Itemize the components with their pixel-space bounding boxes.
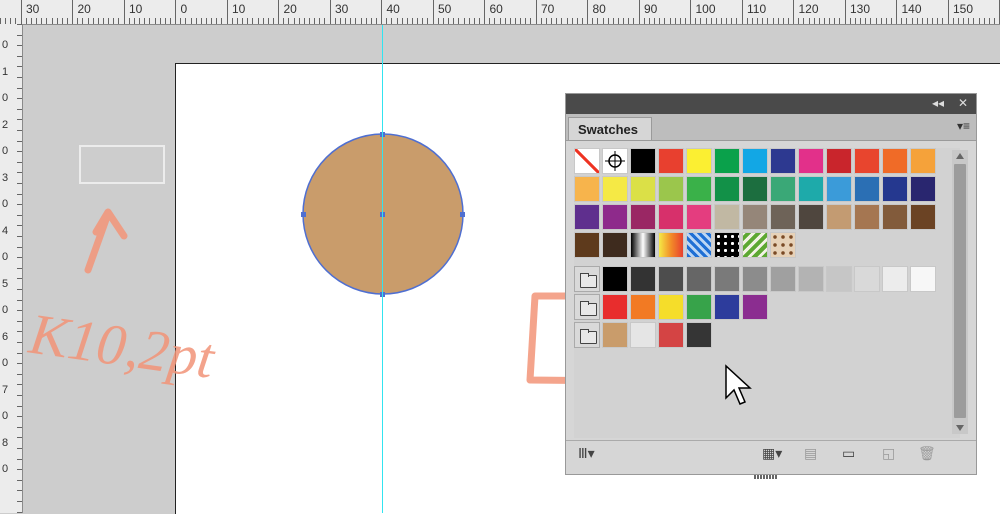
swatch[interactable]: [602, 322, 628, 348]
panel-title-bar[interactable]: ◂◂ ✕: [566, 94, 976, 114]
swatch[interactable]: [854, 176, 880, 202]
swatch-pattern[interactable]: [770, 232, 796, 258]
library-icon[interactable]: Ⅲ▾: [578, 445, 595, 462]
swatch-pattern[interactable]: [742, 232, 768, 258]
swatch[interactable]: [742, 148, 768, 174]
scroll-thumb[interactable]: [954, 164, 966, 418]
swatch[interactable]: [910, 204, 936, 230]
swatch-options-icon[interactable]: ▤: [804, 445, 817, 462]
swatch[interactable]: [742, 266, 768, 292]
handwritten-note: K10,2pt: [25, 301, 220, 392]
swatch[interactable]: [882, 204, 908, 230]
color-group-folder-icon[interactable]: [574, 266, 600, 292]
swatch[interactable]: [910, 266, 936, 292]
swatch[interactable]: [658, 148, 684, 174]
swatch[interactable]: [658, 266, 684, 292]
swatch-scrollbar[interactable]: [952, 150, 968, 434]
swatch[interactable]: [574, 176, 600, 202]
swatch[interactable]: [826, 266, 852, 292]
swatch-pattern[interactable]: [686, 232, 712, 258]
selected-circle[interactable]: [300, 130, 470, 300]
swatch[interactable]: [574, 232, 600, 258]
swatch[interactable]: [630, 266, 656, 292]
swatch[interactable]: [770, 176, 796, 202]
swatch[interactable]: [826, 204, 852, 230]
swatch[interactable]: [630, 148, 656, 174]
swatch-grid: [574, 148, 960, 438]
swatch[interactable]: [770, 266, 796, 292]
swatch[interactable]: [854, 148, 880, 174]
swatch[interactable]: [686, 176, 712, 202]
annotation-arrow-up: [84, 208, 128, 274]
swatch[interactable]: [686, 266, 712, 292]
swatch[interactable]: [798, 148, 824, 174]
swatch[interactable]: [910, 176, 936, 202]
swatch[interactable]: [658, 294, 684, 320]
mouse-cursor-icon: [725, 364, 752, 405]
anchor-point-right: [460, 212, 465, 217]
swatch[interactable]: [630, 176, 656, 202]
swatch[interactable]: [742, 294, 768, 320]
swatch-pattern[interactable]: [714, 232, 740, 258]
panel-bottom-bar: Ⅲ▾ ▦▾ ▤ ▭ ◱ 🗑: [566, 440, 976, 467]
swatch[interactable]: [574, 204, 600, 230]
swatch-none-icon[interactable]: [574, 148, 600, 174]
swatch[interactable]: [602, 204, 628, 230]
swatch[interactable]: [742, 204, 768, 230]
vertical-guide[interactable]: [382, 25, 383, 513]
swatch[interactable]: [882, 266, 908, 292]
swatch[interactable]: [630, 322, 656, 348]
swatch-gradient[interactable]: [658, 232, 684, 258]
swatch[interactable]: [882, 148, 908, 174]
color-group-folder-icon[interactable]: [574, 294, 600, 320]
swatch[interactable]: [602, 232, 628, 258]
swatch[interactable]: [714, 266, 740, 292]
swatch-kind-icon[interactable]: ▦▾: [762, 445, 782, 462]
swatch[interactable]: [630, 294, 656, 320]
swatch-registration-icon[interactable]: [602, 148, 628, 174]
swatch[interactable]: [714, 148, 740, 174]
swatch[interactable]: [854, 204, 880, 230]
new-swatch-icon[interactable]: ◱: [882, 445, 895, 462]
swatch[interactable]: [686, 322, 712, 348]
close-panel-button[interactable]: ✕: [958, 96, 968, 110]
swatch[interactable]: [854, 266, 880, 292]
swatch[interactable]: [714, 176, 740, 202]
swatch[interactable]: [602, 294, 628, 320]
swatch[interactable]: [826, 176, 852, 202]
swatch[interactable]: [714, 294, 740, 320]
panel-tab-row: Swatches ▾≡: [566, 114, 976, 141]
swatch[interactable]: [882, 176, 908, 202]
anchor-point-left: [301, 212, 306, 217]
swatch[interactable]: [630, 204, 656, 230]
swatch[interactable]: [686, 204, 712, 230]
swatch[interactable]: [686, 148, 712, 174]
delete-icon[interactable]: 🗑: [918, 445, 936, 462]
panel-menu-button[interactable]: ▾≡: [957, 119, 970, 133]
swatch[interactable]: [602, 176, 628, 202]
swatch[interactable]: [770, 148, 796, 174]
resize-grip-icon[interactable]: [754, 466, 784, 479]
tab-swatches[interactable]: Swatches: [568, 117, 652, 140]
swatch[interactable]: [798, 266, 824, 292]
swatch[interactable]: [826, 148, 852, 174]
swatch-gradient[interactable]: [630, 232, 656, 258]
swatch[interactable]: [798, 204, 824, 230]
color-group-folder-icon[interactable]: [574, 322, 600, 348]
swatch[interactable]: [658, 176, 684, 202]
swatch[interactable]: [770, 204, 796, 230]
scroll-down-icon[interactable]: [956, 425, 964, 431]
swatches-panel[interactable]: ◂◂ ✕ Swatches ▾≡ Ⅲ▾ ▦▾ ▤ ▭ ◱ 🗑: [565, 93, 977, 479]
swatch[interactable]: [714, 204, 740, 230]
swatch[interactable]: [910, 148, 936, 174]
swatch[interactable]: [602, 266, 628, 292]
swatch[interactable]: [798, 176, 824, 202]
scroll-up-icon[interactable]: [956, 153, 964, 159]
swatch[interactable]: [686, 294, 712, 320]
new-group-icon[interactable]: ▭: [842, 445, 855, 462]
swatch[interactable]: [658, 322, 684, 348]
swatch[interactable]: [742, 176, 768, 202]
collapse-panel-button[interactable]: ◂◂: [932, 96, 944, 110]
swatch[interactable]: [658, 204, 684, 230]
